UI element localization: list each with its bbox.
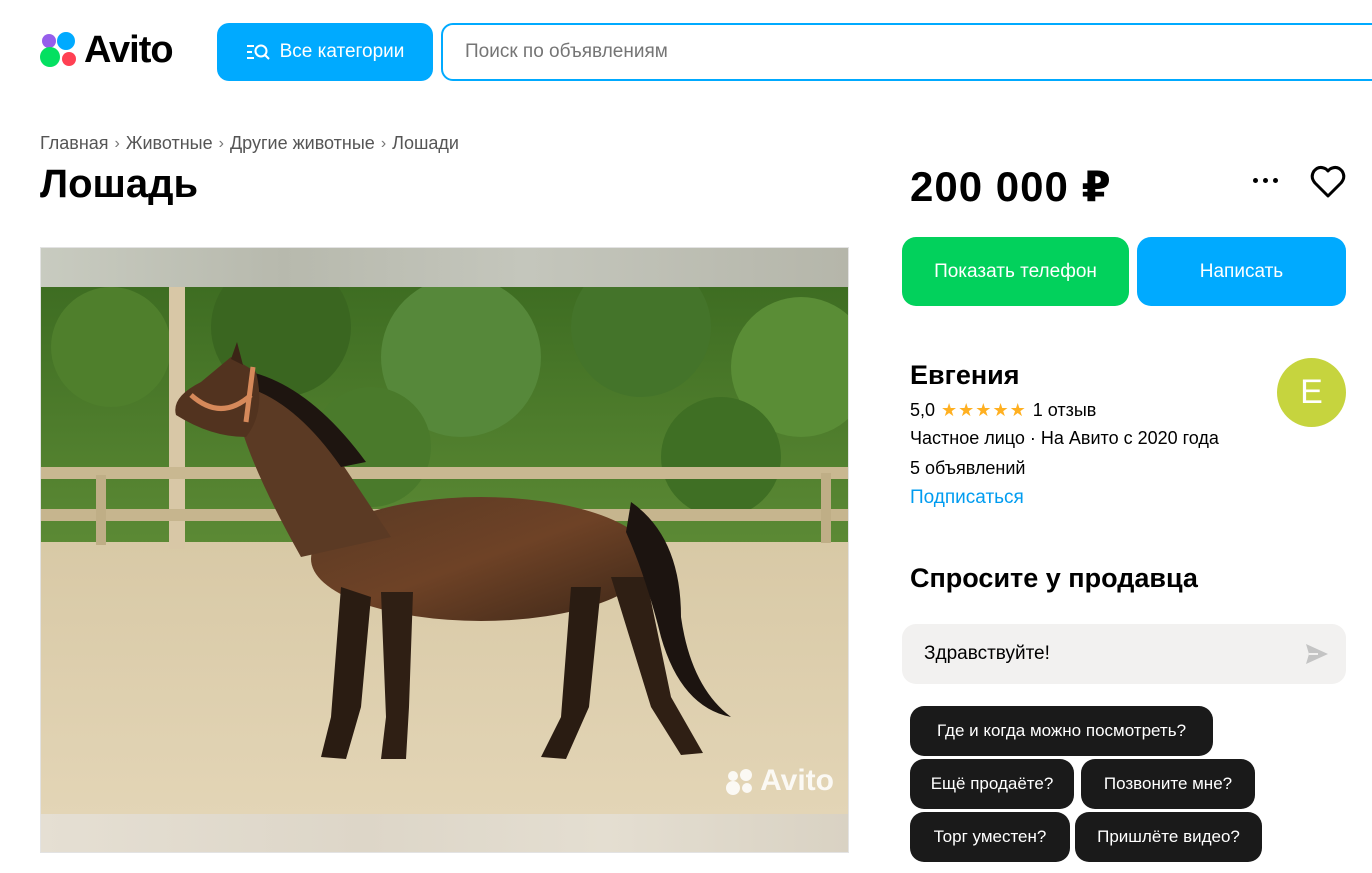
subscribe-link[interactable]: Подписаться	[910, 487, 1024, 509]
photo-blur-top	[41, 248, 848, 287]
listing-title: Лошадь	[40, 162, 199, 206]
seller-name[interactable]: Евгения	[910, 360, 1020, 391]
all-categories-label: Все категории	[279, 41, 405, 62]
rating-stars-icon: ★★★★★	[941, 400, 1027, 420]
search-box[interactable]	[441, 23, 1372, 81]
quick-question-chip[interactable]: Ещё продаёте?	[910, 759, 1074, 809]
listing-price: 200 000 ₽	[910, 163, 1112, 210]
quick-question-chip[interactable]: Торг уместен?	[910, 812, 1070, 862]
breadcrumb: Главная › Животные › Другие животные › Л…	[40, 133, 459, 154]
watermark-dots-icon	[726, 767, 756, 795]
ask-seller-title: Спросите у продавца	[910, 563, 1198, 593]
breadcrumb-other-animals[interactable]: Другие животные	[230, 133, 375, 154]
reviews-link[interactable]: 1 отзыв	[1033, 400, 1097, 421]
photo-watermark: Avito	[726, 764, 834, 798]
search-input[interactable]	[443, 25, 1372, 79]
breadcrumb-horses[interactable]: Лошади	[392, 133, 459, 154]
show-phone-button[interactable]: Показать телефон	[902, 237, 1129, 306]
seller-type: Частное лицо · На Авито с 2020 года	[910, 428, 1219, 448]
heart-icon[interactable]	[1310, 165, 1346, 199]
categories-search-icon	[246, 44, 270, 60]
all-categories-button[interactable]: Все категории	[217, 23, 433, 81]
watermark-text: Avito	[760, 764, 834, 797]
quick-question-chip[interactable]: Позвоните мне?	[1081, 759, 1255, 809]
avito-logo[interactable]: Avito	[40, 28, 174, 71]
quick-question-chip[interactable]: Где и когда можно посмотреть?	[910, 706, 1213, 756]
breadcrumb-home[interactable]: Главная	[40, 133, 109, 154]
more-options-icon[interactable]	[1253, 170, 1285, 190]
logo-text: Avito	[84, 28, 174, 71]
horse-image	[41, 287, 848, 816]
message-input[interactable]: Здравствуйте!	[902, 624, 1346, 684]
listing-photo[interactable]: Avito	[40, 247, 849, 853]
chevron-right-icon: ›	[218, 134, 224, 152]
quick-question-chip[interactable]: Пришлёте видео?	[1075, 812, 1262, 862]
message-text: Здравствуйте!	[924, 643, 1050, 664]
logo-dots-icon	[40, 30, 82, 70]
rating-value: 5,0	[910, 400, 936, 420]
seller-rating: 5,0 ★★★★★ 1 отзыв	[910, 400, 1096, 421]
chevron-right-icon: ›	[380, 134, 387, 152]
avatar[interactable]: Е	[1277, 358, 1346, 427]
send-icon[interactable]	[1304, 642, 1330, 666]
write-button[interactable]: Написать	[1137, 237, 1346, 306]
chevron-right-icon: ›	[114, 134, 120, 152]
photo-blur-bottom	[41, 814, 848, 852]
breadcrumb-animals[interactable]: Животные	[126, 133, 213, 154]
seller-ads-count[interactable]: 5 объявлений	[910, 458, 1025, 479]
